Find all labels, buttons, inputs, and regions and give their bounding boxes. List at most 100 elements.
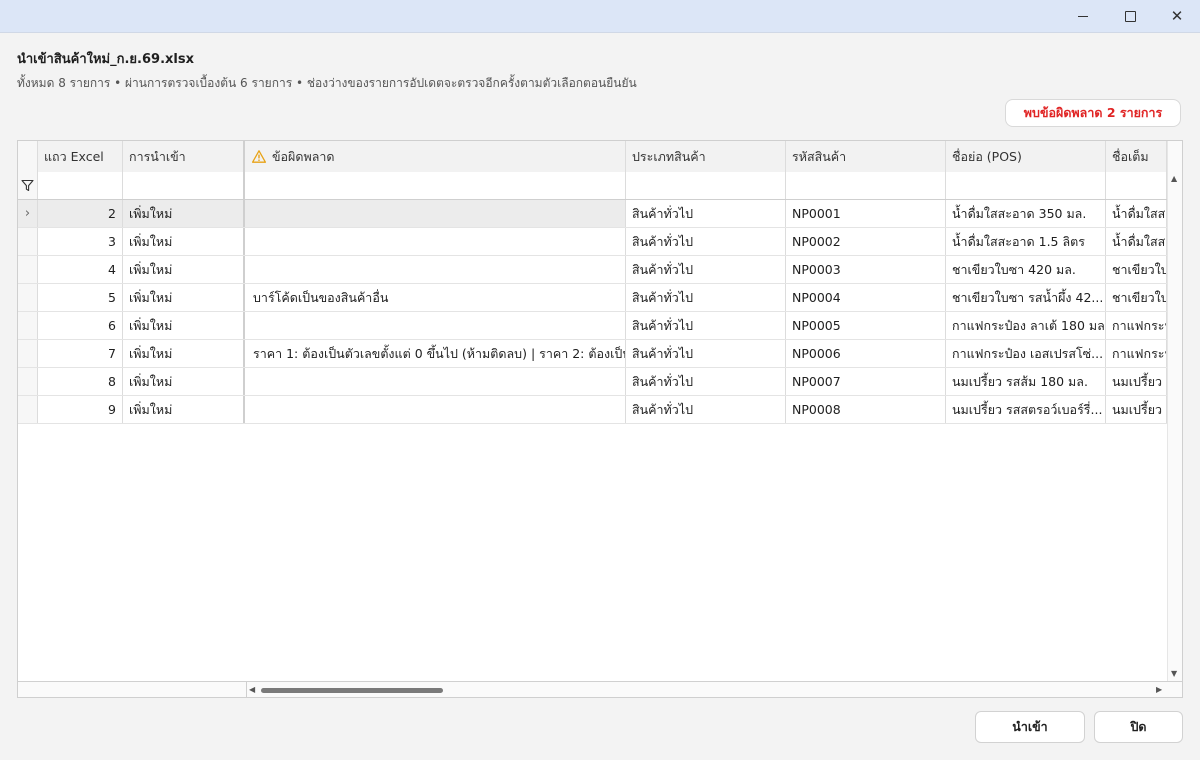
cell-full[interactable]: นมเปรี้ยว ร [1106,368,1167,395]
cell-row[interactable]: 7 [38,340,123,367]
current-row-icon: › [24,206,31,221]
table-row[interactable]: 4 เพิ่มใหม่ สินค้าทั่วไป NP0003 ชาเขียวใบซา … [18,256,1182,284]
row-selector[interactable] [18,312,38,339]
cell-type[interactable]: สินค้าทั่วไป [626,312,786,339]
cell-short[interactable]: กาแฟกระป๋อง ลาเต้ 180 มล. [946,312,1106,339]
table-row[interactable]: 8 เพิ่มใหม่ สินค้าทั่วไป NP0007 นมเปรี้ยว รส… [18,368,1182,396]
scroll-right-icon[interactable]: ▶ [1156,685,1162,694]
filter-icon[interactable] [18,172,38,199]
column-header-code[interactable]: รหัสสินค้า [786,141,946,172]
cell-type[interactable]: สินค้าทั่วไป [626,256,786,283]
cell-error[interactable]: บาร์โค้ดเป็นของสินค้าอื่น [245,284,626,311]
row-selector[interactable] [18,368,38,395]
column-header-short-name[interactable]: ชื่อย่อ (POS) [946,141,1106,172]
cell-action[interactable]: เพิ่มใหม่ [123,200,245,227]
table-row[interactable]: 6 เพิ่มใหม่ สินค้าทั่วไป NP0005 กาแฟกระป๋อง … [18,312,1182,340]
minimize-button[interactable] [1060,0,1106,32]
filter-cell-row[interactable] [38,172,123,199]
cell-action[interactable]: เพิ่มใหม่ [123,284,245,311]
cell-type[interactable]: สินค้าทั่วไป [626,228,786,255]
vertical-scrollbar[interactable]: ▲ ▼ [1167,141,1182,681]
cell-error[interactable] [245,312,626,339]
row-selector[interactable] [18,256,38,283]
cell-error[interactable] [245,228,626,255]
cell-short[interactable]: น้ำดื่มใสสะอาด 350 มล. [946,200,1106,227]
column-header-action[interactable]: การนำเข้า [123,141,245,172]
table-row[interactable]: 9 เพิ่มใหม่ สินค้าทั่วไป NP0008 นมเปรี้ยว รส… [18,396,1182,424]
cell-error[interactable]: ราคา 1: ต้องเป็นตัวเลขตั้งแต่ 0 ขึ้นไป (… [245,340,626,367]
row-selector[interactable] [18,396,38,423]
cell-short[interactable]: นมเปรี้ยว รสสตรอว์เบอร์รี่... [946,396,1106,423]
error-count-badge[interactable]: พบข้อผิดพลาด 2 รายการ [1005,99,1181,127]
cell-code[interactable]: NP0007 [786,368,946,395]
cell-type[interactable]: สินค้าทั่วไป [626,284,786,311]
table-row[interactable]: 7 เพิ่มใหม่ ราคา 1: ต้องเป็นตัวเลขตั้งแต่ … [18,340,1182,368]
column-header-row[interactable]: แถว Excel [38,141,123,172]
cell-full[interactable]: กาแฟกระป๋ [1106,340,1167,367]
table-row[interactable]: 5 เพิ่มใหม่ บาร์โค้ดเป็นของสินค้าอื่น สินค้… [18,284,1182,312]
cell-full[interactable]: น้ำดื่มใสสะ [1106,228,1167,255]
cell-action[interactable]: เพิ่มใหม่ [123,368,245,395]
cell-code[interactable]: NP0004 [786,284,946,311]
table-row[interactable]: › 2 เพิ่มใหม่ สินค้าทั่วไป NP0001 น้ำดื่มใสสะ… [18,200,1182,228]
cell-action[interactable]: เพิ่มใหม่ [123,256,245,283]
cell-code[interactable]: NP0005 [786,312,946,339]
cell-row[interactable]: 8 [38,368,123,395]
cell-code[interactable]: NP0003 [786,256,946,283]
cell-row[interactable]: 9 [38,396,123,423]
scroll-down-icon[interactable]: ▼ [1171,669,1177,678]
cell-short[interactable]: กาแฟกระป๋อง เอสเปรสโซ่... [946,340,1106,367]
cell-row[interactable]: 3 [38,228,123,255]
cell-short[interactable]: น้ำดื่มใสสะอาด 1.5 ลิตร [946,228,1106,255]
row-selector[interactable] [18,340,38,367]
scroll-up-icon[interactable]: ▲ [1171,174,1177,183]
cell-short[interactable]: ชาเขียวใบซา รสน้ำผึ้ง 42... [946,284,1106,311]
filter-cell-error[interactable] [245,172,626,199]
cell-row[interactable]: 2 [38,200,123,227]
maximize-button[interactable] [1107,0,1153,32]
cell-code[interactable]: NP0001 [786,200,946,227]
filter-cell-code[interactable] [786,172,946,199]
filter-cell-full-name[interactable] [1106,172,1167,199]
cell-short[interactable]: ชาเขียวใบซา 420 มล. [946,256,1106,283]
cell-type[interactable]: สินค้าทั่วไป [626,396,786,423]
table-row[interactable]: 3 เพิ่มใหม่ สินค้าทั่วไป NP0002 น้ำดื่มใสสะอ… [18,228,1182,256]
filter-cell-type[interactable] [626,172,786,199]
row-selector[interactable]: › [18,200,38,227]
cell-action[interactable]: เพิ่มใหม่ [123,396,245,423]
horizontal-scroll-thumb[interactable] [261,688,443,693]
column-header-type[interactable]: ประเภทสินค้า [626,141,786,172]
cell-full[interactable]: ชาเขียวใบ [1106,256,1167,283]
scroll-left-icon[interactable]: ◀ [249,685,255,694]
cell-error[interactable] [245,396,626,423]
cell-full[interactable]: นมเปรี้ยว ร [1106,396,1167,423]
cell-type[interactable]: สินค้าทั่วไป [626,368,786,395]
cell-row[interactable]: 5 [38,284,123,311]
cell-row[interactable]: 6 [38,312,123,339]
cell-type[interactable]: สินค้าทั่วไป [626,340,786,367]
cell-code[interactable]: NP0006 [786,340,946,367]
column-header-error[interactable]: ข้อผิดพลาด [245,141,626,172]
cell-full[interactable]: ชาเขียวใบ [1106,284,1167,311]
close-window-button[interactable]: ✕ [1154,0,1200,32]
cell-row[interactable]: 4 [38,256,123,283]
cell-error[interactable] [245,200,626,227]
cell-short[interactable]: นมเปรี้ยว รสส้ม 180 มล. [946,368,1106,395]
cell-action[interactable]: เพิ่มใหม่ [123,312,245,339]
close-button[interactable]: ปิด [1094,711,1183,743]
cell-code[interactable]: NP0008 [786,396,946,423]
row-selector[interactable] [18,228,38,255]
cell-type[interactable]: สินค้าทั่วไป [626,200,786,227]
cell-code[interactable]: NP0002 [786,228,946,255]
cell-action[interactable]: เพิ่มใหม่ [123,228,245,255]
cell-full[interactable]: กาแฟกระป๋ [1106,312,1167,339]
column-header-full-name[interactable]: ชื่อเต็ม [1106,141,1167,172]
row-selector[interactable] [18,284,38,311]
filter-cell-short-name[interactable] [946,172,1106,199]
cell-error[interactable] [245,256,626,283]
cell-error[interactable] [245,368,626,395]
cell-action[interactable]: เพิ่มใหม่ [123,340,245,367]
filter-cell-action[interactable] [123,172,245,199]
import-button[interactable]: นำเข้า [975,711,1085,743]
cell-full[interactable]: น้ำดื่มใสสะ [1106,200,1167,227]
